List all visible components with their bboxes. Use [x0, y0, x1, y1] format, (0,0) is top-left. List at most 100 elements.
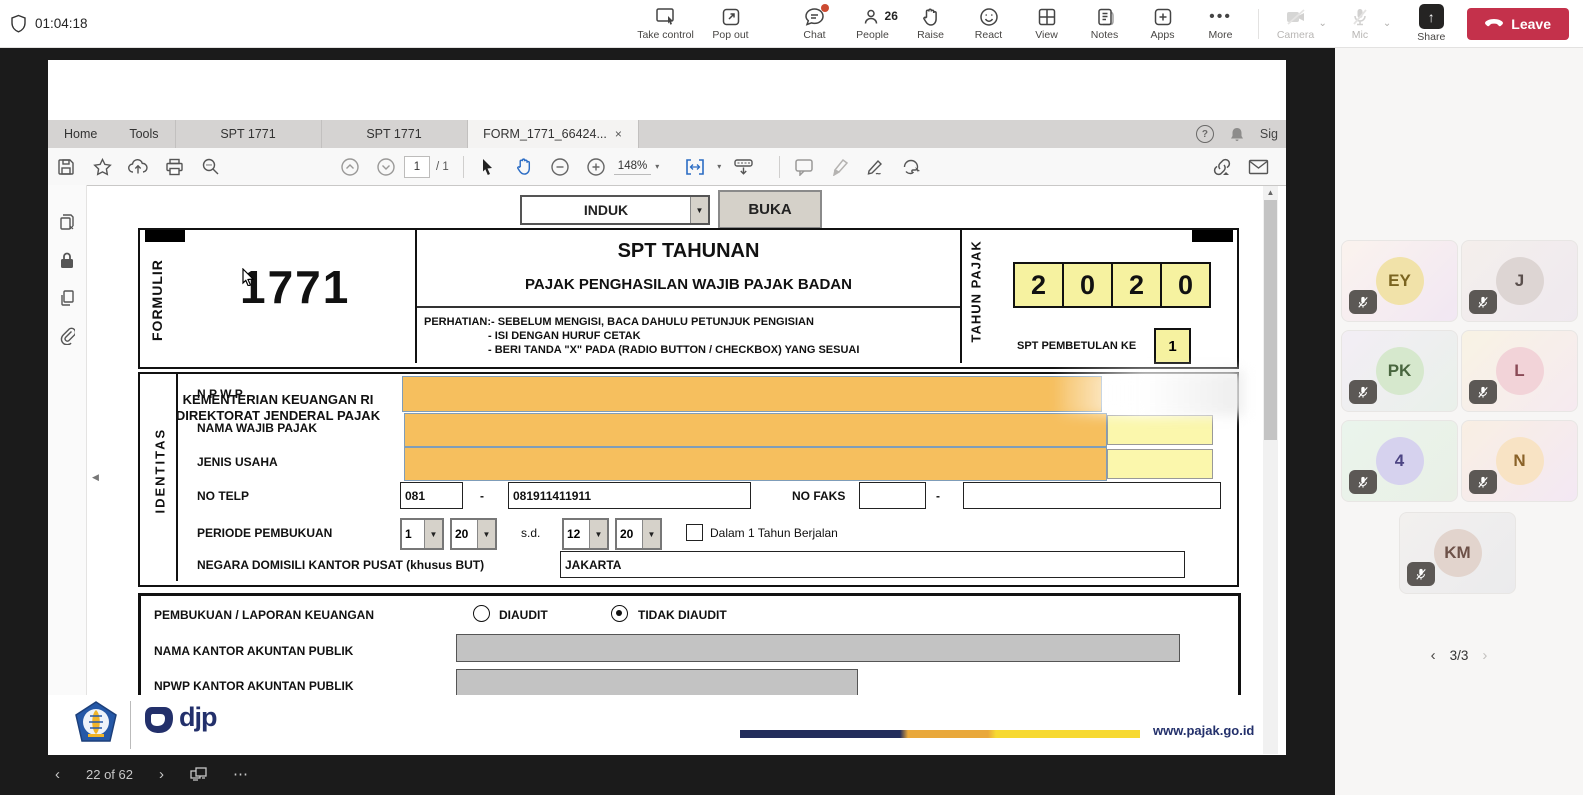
participant-tile[interactable]: KM [1399, 512, 1516, 594]
export-pdf-icon[interactable] [48, 203, 86, 241]
periode-to-month-select[interactable]: 12▼ [562, 518, 609, 550]
page-number-input[interactable]: 1 [404, 156, 430, 178]
periode-from-month-select[interactable]: 1▼ [400, 518, 444, 550]
camera-button[interactable]: Camera [1267, 7, 1325, 41]
chat-button[interactable]: Chat [786, 7, 844, 41]
participant-tile[interactable]: L [1461, 330, 1578, 412]
sign-in-link[interactable]: Sig [1260, 127, 1278, 141]
reading-mode-button[interactable] [725, 152, 761, 182]
tahun-berjalan-label: Dalam 1 Tahun Berjalan [710, 526, 838, 540]
nama-code-box[interactable] [1107, 415, 1213, 445]
pager-prev-chevron[interactable]: ‹ [1431, 647, 1436, 664]
fill-sign-tool-button[interactable] [858, 152, 894, 182]
diaudit-radio[interactable] [473, 605, 490, 622]
mic-options-chevron[interactable]: ⌄ [1383, 18, 1391, 29]
zoom-level-value[interactable]: 148% [614, 158, 651, 175]
jenis-usaha-field[interactable] [404, 447, 1107, 481]
sheet-selector-chevron[interactable]: ▼ [690, 197, 708, 223]
participant-tile[interactable]: PK [1341, 330, 1458, 412]
next-page-button[interactable] [368, 152, 404, 182]
copy-pages-icon[interactable] [48, 279, 86, 317]
faks-number-field[interactable] [963, 482, 1221, 509]
negara-domisili-label: NEGARA DOMISILI KANTOR PUSAT (khusus BUT… [197, 558, 484, 572]
cloud-upload-button[interactable] [120, 152, 156, 182]
share-link-button[interactable] [1204, 152, 1240, 182]
fit-dropdown-chevron[interactable]: ▾ [717, 162, 721, 171]
toolbar-divider [1258, 9, 1259, 39]
pager-next-chevron[interactable]: › [1482, 647, 1487, 664]
diaudit-label: DIAUDIT [499, 608, 548, 622]
jenis-code-box[interactable] [1107, 449, 1213, 479]
nav-more-icon[interactable]: ⋯ [233, 765, 250, 783]
email-button[interactable] [1240, 152, 1276, 182]
telp-prefix-field[interactable]: 081 [400, 482, 463, 509]
periode-from-year-select[interactable]: 20▼ [450, 518, 497, 550]
search-button[interactable] [192, 152, 228, 182]
mic-button[interactable]: Mic [1331, 7, 1389, 41]
telp-number-field[interactable]: 081911411911 [508, 482, 751, 509]
panel-collapse-arrow[interactable]: ◀ [92, 472, 99, 483]
star-button[interactable] [84, 152, 120, 182]
highlight-tool-button[interactable] [822, 152, 858, 182]
sheet-selector-value: INDUK [522, 202, 690, 218]
more-button[interactable]: ••• More [1192, 7, 1250, 41]
meeting-top-bar: 01:04:18 Take control Pop out [0, 0, 1583, 48]
participant-tile[interactable]: N [1461, 420, 1578, 502]
participant-tile[interactable]: 4 [1341, 420, 1458, 502]
print-button[interactable] [156, 152, 192, 182]
pop-out-icon [721, 7, 741, 27]
people-button[interactable]: 26 People [844, 7, 902, 41]
participant-tile[interactable]: EY [1341, 240, 1458, 322]
participant-tile[interactable]: J [1461, 240, 1578, 322]
sheet-selector[interactable]: INDUK ▼ [520, 195, 710, 225]
apps-button[interactable]: Apps [1134, 7, 1192, 41]
tab-close-icon[interactable]: × [615, 127, 622, 141]
hand-tool-button[interactable] [506, 152, 542, 182]
tab-spt-1771-a[interactable]: SPT 1771 [175, 120, 321, 148]
take-control-button[interactable]: Take control [630, 7, 702, 41]
bell-icon[interactable] [1230, 127, 1244, 142]
tidak-diaudit-radio[interactable] [611, 605, 628, 622]
tab-spt-1771-b[interactable]: SPT 1771 [321, 120, 467, 148]
previous-page-button[interactable] [332, 152, 368, 182]
zoom-in-button[interactable] [578, 152, 614, 182]
help-icon[interactable]: ? [1196, 125, 1214, 143]
leave-button[interactable]: Leave [1467, 8, 1569, 40]
tahun-berjalan-checkbox[interactable] [686, 524, 703, 541]
open-sheet-button[interactable]: BUKA [718, 190, 822, 229]
view-button[interactable]: View [1018, 7, 1076, 41]
zoom-out-button[interactable] [542, 152, 578, 182]
kap-nama-field[interactable] [456, 634, 1180, 662]
fit-width-button[interactable] [677, 152, 713, 182]
negara-domisili-field[interactable]: JAKARTA [560, 551, 1185, 578]
notes-button[interactable]: Notes [1076, 7, 1134, 41]
next-slide-chevron[interactable]: › [159, 766, 164, 783]
tab-form-1771-active[interactable]: FORM_1771_66424... × [467, 120, 639, 148]
tab-home[interactable]: Home [48, 120, 113, 148]
kap-npwp-field[interactable] [456, 669, 858, 697]
nama-wajib-pajak-field[interactable] [404, 413, 1107, 447]
periode-to-year-select[interactable]: 20▼ [615, 518, 662, 550]
grid-view-icon[interactable] [190, 767, 207, 782]
react-button[interactable]: React [960, 7, 1018, 41]
pop-out-button[interactable]: Pop out [702, 7, 760, 41]
tab-tools[interactable]: Tools [113, 120, 174, 148]
camera-options-chevron[interactable]: ⌄ [1319, 18, 1327, 29]
slide-counter: 22 of 62 [86, 767, 133, 782]
npwp-field[interactable] [402, 376, 1102, 412]
share-button[interactable]: ↑ Share [1405, 4, 1457, 43]
attachment-icon[interactable] [48, 317, 86, 355]
more-tools-button[interactable] [894, 152, 930, 182]
lock-icon[interactable] [48, 241, 86, 279]
pdf-scrollbar[interactable]: ▲ [1263, 186, 1278, 754]
raise-hand-icon [921, 7, 940, 27]
select-tool-button[interactable] [470, 152, 506, 182]
faks-prefix-field[interactable] [859, 482, 926, 509]
comment-tool-button[interactable] [786, 152, 822, 182]
prev-slide-chevron[interactable]: ‹ [55, 766, 60, 783]
scroll-up-arrow[interactable]: ▲ [1263, 186, 1278, 199]
raise-hand-button[interactable]: Raise [902, 7, 960, 41]
save-button[interactable] [48, 152, 84, 182]
scrollbar-thumb[interactable] [1264, 200, 1277, 440]
zoom-dropdown-chevron[interactable]: ▾ [655, 162, 659, 171]
